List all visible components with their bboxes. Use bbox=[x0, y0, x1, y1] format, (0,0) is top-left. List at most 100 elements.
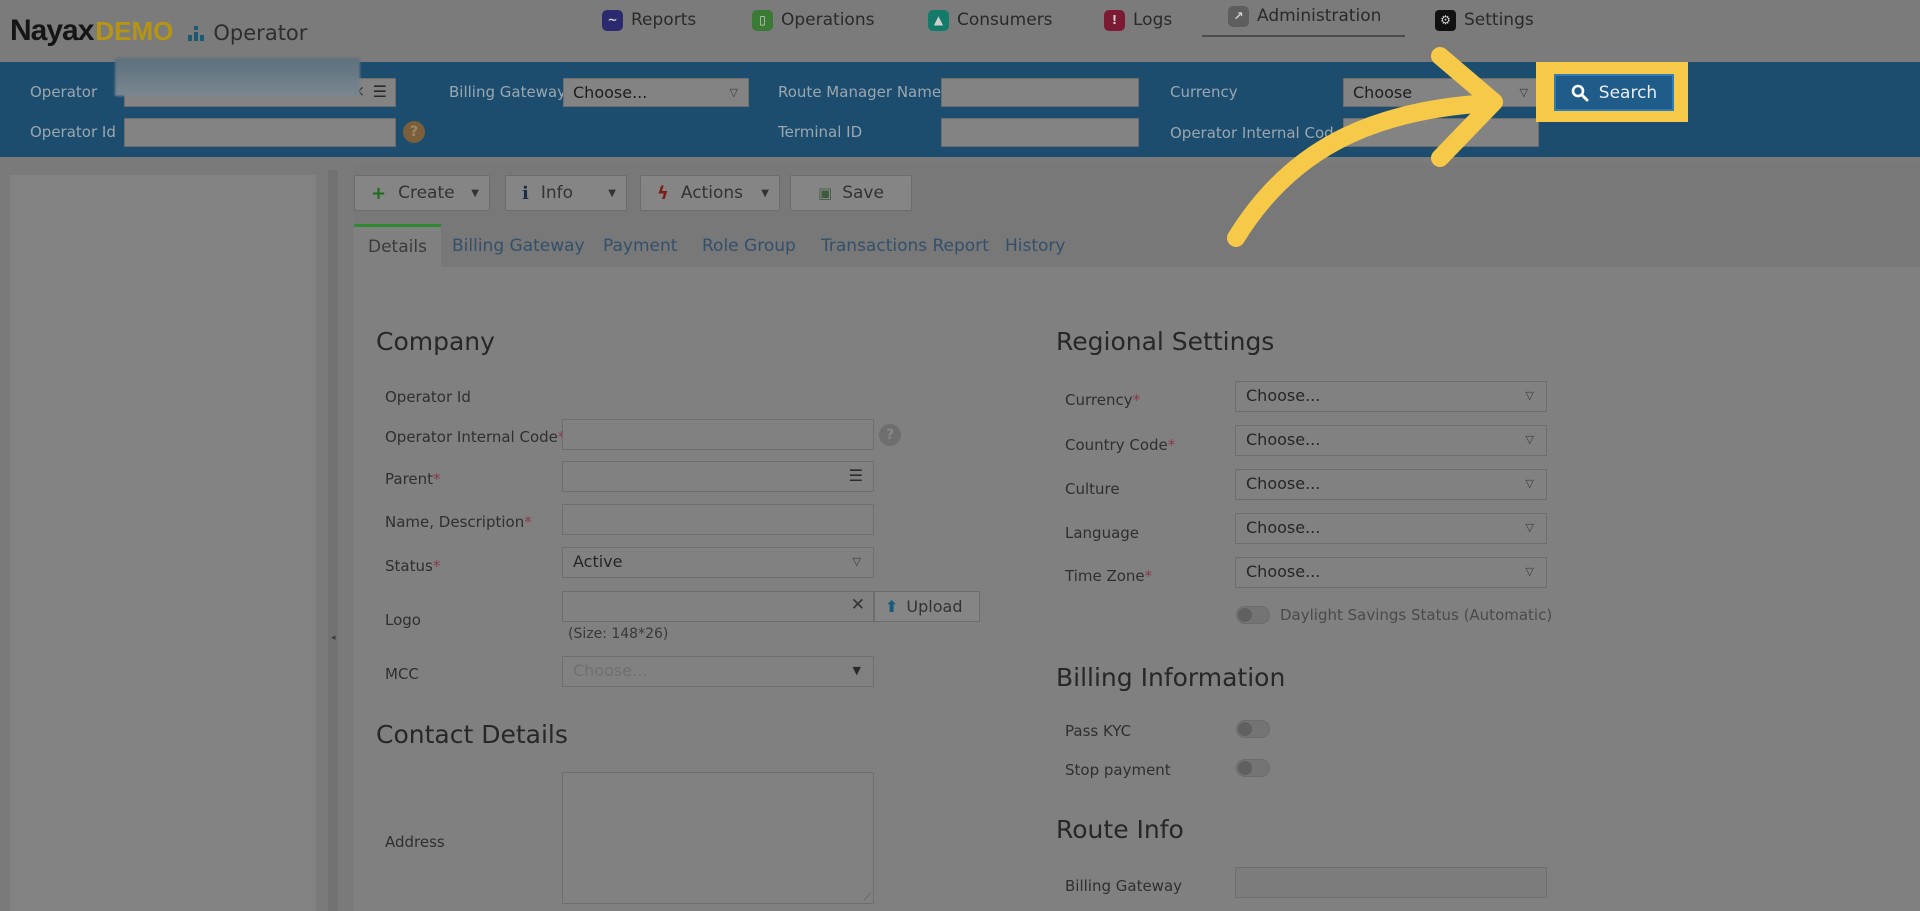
select-placeholder: Choose... bbox=[573, 661, 648, 680]
create-button[interactable]: + Create ▼ bbox=[354, 175, 490, 211]
nav-administration[interactable]: ↗ Administration bbox=[1202, 0, 1405, 37]
parent-label: Parent* bbox=[385, 470, 441, 488]
internal-code-input[interactable] bbox=[562, 419, 874, 450]
tab-role-group[interactable]: Role Group bbox=[688, 224, 810, 267]
culture-select[interactable]: Choose... ▽ bbox=[1235, 469, 1547, 500]
operator-internal-code-input[interactable] bbox=[1343, 118, 1539, 147]
stop-payment-toggle[interactable] bbox=[1236, 759, 1270, 777]
nav-logs[interactable]: ! Logs bbox=[1104, 0, 1172, 40]
tab-details[interactable]: Details bbox=[354, 224, 441, 267]
nav-label: Settings bbox=[1464, 10, 1534, 30]
dst-label: Daylight Savings Status (Automatic) bbox=[1280, 606, 1553, 624]
chevron-down-icon: ▼ bbox=[852, 664, 861, 677]
collapse-arrow-icon[interactable]: ◂ bbox=[331, 633, 336, 643]
chevron-down-icon: ▽ bbox=[1525, 477, 1534, 490]
contact-details-heading: Contact Details bbox=[376, 720, 568, 749]
lightning-icon: ϟ bbox=[657, 182, 669, 204]
pass-kyc-toggle[interactable] bbox=[1236, 720, 1270, 738]
country-code-select[interactable]: Choose... ▽ bbox=[1235, 425, 1547, 456]
chevron-down-icon: ▽ bbox=[1525, 565, 1534, 578]
currency-select[interactable]: Choose ▽ bbox=[1343, 78, 1539, 107]
nav-label: Administration bbox=[1257, 6, 1382, 26]
billing-information-heading: Billing Information bbox=[1056, 663, 1286, 692]
search-button[interactable]: Search bbox=[1554, 74, 1674, 111]
nav-label: Consumers bbox=[957, 10, 1053, 30]
language-select[interactable]: Choose... ▽ bbox=[1235, 513, 1547, 544]
tab-history[interactable]: History bbox=[991, 224, 1079, 267]
tab-label: History bbox=[1005, 235, 1066, 256]
tab-billing-gateway[interactable]: Billing Gateway bbox=[438, 224, 599, 267]
nav-reports[interactable]: ~ Reports bbox=[602, 0, 696, 40]
time-zone-select[interactable]: Choose... ▽ bbox=[1235, 557, 1547, 588]
currency-label: Currency* bbox=[1065, 391, 1140, 409]
nav-label: Logs bbox=[1133, 10, 1173, 30]
save-label: Save bbox=[842, 183, 884, 203]
list-icon[interactable]: ☰ bbox=[373, 82, 387, 101]
save-icon: ▣ bbox=[818, 184, 833, 202]
address-textarea[interactable]: ⟋ bbox=[562, 772, 874, 904]
stop-payment-label: Stop payment bbox=[1065, 761, 1171, 779]
route-billing-gateway-input bbox=[1235, 867, 1547, 898]
required-mark: * bbox=[1167, 436, 1176, 454]
internal-code-label: Operator Internal Code* bbox=[385, 428, 565, 446]
currency-label: Currency bbox=[1170, 83, 1238, 101]
clear-icon[interactable]: ✕ bbox=[851, 595, 865, 615]
terminal-id-input[interactable] bbox=[941, 118, 1139, 147]
select-value: Choose... bbox=[1246, 562, 1321, 581]
info-button[interactable]: i Info ▼ bbox=[505, 175, 627, 211]
label-text: Name, Description bbox=[385, 513, 525, 531]
select-value: Choose... bbox=[1246, 518, 1321, 537]
name-description-input[interactable] bbox=[562, 504, 874, 535]
chevron-down-icon: ▼ bbox=[761, 187, 769, 199]
required-mark: * bbox=[1132, 391, 1141, 409]
brand-demo-suffix: DEMO bbox=[95, 16, 174, 46]
required-mark: * bbox=[433, 470, 441, 488]
chevron-down-icon: ▽ bbox=[1525, 433, 1534, 446]
tab-label: Details bbox=[368, 237, 427, 257]
search-label: Search bbox=[1598, 82, 1658, 103]
parent-input[interactable]: ☰ bbox=[562, 461, 874, 492]
select-value: Active bbox=[573, 552, 623, 571]
create-label: Create bbox=[398, 183, 455, 203]
actions-button[interactable]: ϟ Actions ▼ bbox=[640, 175, 780, 211]
nav-settings[interactable]: ⚙ Settings bbox=[1435, 0, 1534, 40]
brand-logo[interactable]: Nayax DEMO Operator bbox=[10, 14, 307, 48]
top-navigation-bar: Nayax DEMO Operator ~ Reports ▯ Operatio… bbox=[0, 0, 1920, 62]
terminal-id-label: Terminal ID bbox=[778, 123, 863, 141]
dst-toggle[interactable] bbox=[1236, 606, 1270, 624]
route-manager-input[interactable] bbox=[941, 78, 1139, 107]
country-code-label: Country Code* bbox=[1065, 436, 1175, 454]
required-mark: * bbox=[1144, 567, 1153, 585]
tab-transactions-report[interactable]: Transactions Report bbox=[807, 224, 1003, 267]
list-icon[interactable]: ☰ bbox=[849, 466, 863, 485]
actions-label: Actions bbox=[680, 183, 743, 203]
label-text: Status bbox=[385, 557, 433, 575]
status-select[interactable]: Active ▽ bbox=[562, 547, 874, 578]
tab-payment[interactable]: Payment bbox=[589, 224, 691, 267]
operator-internal-code-label: Operator Internal Code bbox=[1170, 124, 1335, 142]
currency-select[interactable]: Choose... ▽ bbox=[1235, 381, 1547, 412]
plus-icon: + bbox=[371, 182, 387, 204]
alert-icon: ! bbox=[1104, 9, 1125, 31]
upload-button[interactable]: ⬆ Upload bbox=[874, 591, 980, 622]
mcc-select[interactable]: Choose... ▼ bbox=[562, 656, 874, 687]
logo-file-input[interactable]: ✕ bbox=[562, 591, 874, 622]
nav-consumers[interactable]: ▲ Consumers bbox=[928, 0, 1053, 40]
save-button[interactable]: ▣ Save bbox=[790, 175, 912, 211]
chevron-down-icon: ▼ bbox=[608, 187, 616, 199]
help-icon[interactable]: ? bbox=[879, 424, 901, 446]
operator-id-input[interactable] bbox=[124, 118, 396, 147]
panel-splitter[interactable] bbox=[328, 170, 338, 911]
language-label: Language bbox=[1065, 524, 1140, 542]
brand-name: Nayax bbox=[10, 14, 94, 47]
billing-gateway-select[interactable]: Choose... ▽ bbox=[563, 78, 749, 107]
chevron-down-icon: ▼ bbox=[471, 187, 479, 199]
redacted-operator-value bbox=[115, 58, 360, 96]
upload-label: Upload bbox=[906, 597, 963, 616]
route-info-heading: Route Info bbox=[1056, 815, 1184, 844]
route-manager-label: Route Manager Name bbox=[778, 83, 942, 101]
resize-handle-icon[interactable]: ⟋ bbox=[864, 892, 871, 903]
help-icon[interactable]: ? bbox=[403, 121, 425, 143]
nav-operations[interactable]: ▯ Operations bbox=[752, 0, 874, 40]
label-text: Currency bbox=[1065, 391, 1133, 409]
